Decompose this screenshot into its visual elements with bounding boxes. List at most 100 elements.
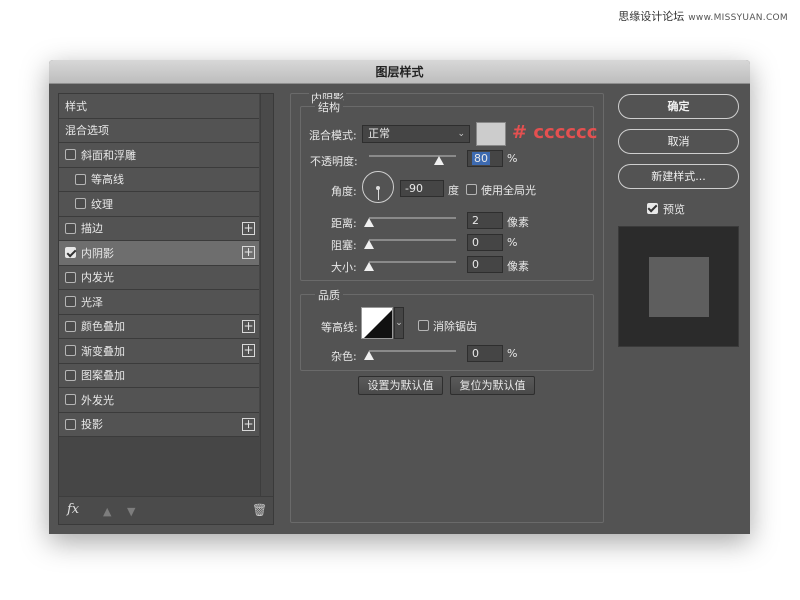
style-item[interactable]: 等高线: [59, 167, 259, 192]
noise-percent: %: [507, 347, 518, 360]
style-item[interactable]: 渐变叠加 +: [59, 339, 259, 364]
preview-label: 预览: [663, 203, 685, 216]
distance-unit: 像素: [507, 216, 529, 229]
style-item-label: 颜色叠加: [81, 320, 125, 334]
style-item-checkbox[interactable]: [65, 247, 76, 259]
styles-list: 样式混合选项斜面和浮雕等高线纹理描边 + 内阴影 + 内发光光泽颜色叠加 + 渐变叠加 + 图案…: [59, 94, 259, 496]
choke-input[interactable]: 0: [467, 234, 503, 251]
style-item[interactable]: 描边 +: [59, 216, 259, 241]
add-icon[interactable]: +: [242, 246, 255, 259]
style-item-checkbox[interactable]: [65, 369, 76, 381]
fx-button[interactable]: fx: [67, 502, 79, 517]
style-item[interactable]: 样式: [59, 94, 259, 119]
style-item-checkbox[interactable]: [65, 296, 76, 308]
preview-checkbox[interactable]: [647, 203, 658, 214]
style-item-label: 渐变叠加: [81, 344, 125, 358]
style-item-checkbox[interactable]: [75, 198, 86, 210]
shadow-color-swatch[interactable]: [476, 122, 506, 146]
watermark-text: 思缘设计论坛: [618, 10, 685, 23]
angle-dial[interactable]: [362, 171, 394, 203]
anti-alias-checkbox[interactable]: [418, 320, 429, 331]
choke-percent: %: [507, 236, 518, 249]
watermark-site: www.MISSYUAN.COM: [688, 13, 788, 23]
style-item-label: 等高线: [91, 173, 124, 187]
opacity-slider-thumb[interactable]: [433, 156, 444, 165]
contour-graph: [362, 308, 392, 338]
style-item[interactable]: 图案叠加: [59, 363, 259, 388]
style-item-label: 投影: [81, 418, 103, 432]
arrow-up-icon[interactable]: ▲: [103, 505, 111, 518]
style-item-label: 斜面和浮雕: [81, 148, 136, 162]
new-style-button[interactable]: 新建样式...: [618, 164, 739, 189]
angle-dot: [376, 186, 380, 190]
opacity-input[interactable]: 80: [467, 150, 503, 167]
style-item-checkbox[interactable]: [65, 394, 76, 406]
style-item-label: 内发光: [81, 271, 114, 285]
style-item[interactable]: 颜色叠加 +: [59, 314, 259, 339]
preview-swatch: [649, 257, 709, 317]
size-slider-thumb[interactable]: [364, 262, 374, 271]
watermark: 思缘设计论坛 www.MISSYUAN.COM: [618, 8, 788, 24]
add-icon[interactable]: +: [242, 344, 255, 357]
style-item-checkbox[interactable]: [65, 222, 76, 234]
style-item-label: 光泽: [81, 295, 103, 309]
reset-default-button[interactable]: 复位为默认值: [450, 376, 535, 395]
choke-slider-thumb[interactable]: [364, 240, 374, 249]
distance-slider-thumb[interactable]: [364, 218, 374, 227]
style-preview: [618, 226, 739, 347]
size-slider[interactable]: [369, 261, 456, 263]
noise-slider[interactable]: [369, 350, 456, 352]
size-input[interactable]: 0: [467, 256, 503, 273]
set-default-button[interactable]: 设置为默认值: [358, 376, 443, 395]
distance-slider[interactable]: [369, 217, 456, 219]
style-item[interactable]: 内阴影 +: [59, 241, 259, 266]
styles-panel: 样式混合选项斜面和浮雕等高线纹理描边 + 内阴影 + 内发光光泽颜色叠加 + 渐变叠加 + 图案…: [58, 93, 274, 525]
add-icon[interactable]: +: [242, 417, 255, 431]
style-item-checkbox[interactable]: [65, 271, 76, 283]
cancel-button[interactable]: 取消: [618, 129, 739, 154]
style-item[interactable]: 投影 +: [59, 412, 259, 437]
style-item-label: 描边: [81, 222, 103, 236]
distance-input[interactable]: 2: [467, 212, 503, 229]
inner-shadow-panel: 内阴影 结构 混合模式: 正常 ⌄ # cccccc 不透明度: 80 % 角度…: [290, 90, 604, 523]
style-item-checkbox[interactable]: [65, 149, 76, 161]
distance-label: 距离:: [331, 217, 357, 230]
style-item[interactable]: 斜面和浮雕: [59, 143, 259, 168]
arrow-down-icon[interactable]: ▼: [127, 505, 135, 518]
style-item[interactable]: 内发光: [59, 265, 259, 290]
style-item[interactable]: 外发光: [59, 388, 259, 413]
size-unit: 像素: [507, 260, 529, 273]
structure-title: 结构: [315, 99, 343, 115]
trash-icon[interactable]: 🗑: [252, 503, 267, 517]
style-item[interactable]: 光泽: [59, 290, 259, 315]
add-icon[interactable]: +: [242, 319, 255, 333]
noise-input[interactable]: 0: [467, 345, 503, 362]
choke-slider[interactable]: [369, 239, 456, 241]
noise-slider-thumb[interactable]: [364, 351, 374, 360]
blend-mode-select[interactable]: 正常 ⌄: [362, 125, 470, 143]
style-item-checkbox[interactable]: [65, 418, 76, 430]
style-item-checkbox[interactable]: [65, 320, 76, 332]
layer-style-dialog: 图层样式 样式 混合选项 斜面和浮雕 等高线 纹理 描边 + 内阴影 + 内发光 光泽 颜色叠加 + 渐变…: [49, 60, 750, 534]
add-icon[interactable]: +: [242, 221, 255, 235]
angle-label: 角度:: [331, 185, 357, 198]
contour-label: 等高线:: [321, 321, 358, 334]
angle-input[interactable]: -90: [400, 180, 444, 197]
global-light-checkbox[interactable]: [466, 184, 477, 195]
style-item-label: 图案叠加: [81, 369, 125, 383]
blend-mode-label: 混合模式:: [309, 129, 357, 142]
choke-label: 阻塞:: [331, 239, 357, 252]
style-item-checkbox[interactable]: [75, 173, 86, 185]
chevron-down-icon[interactable]: ⌄: [394, 307, 404, 339]
blend-mode-value: 正常: [368, 127, 390, 140]
style-item[interactable]: 纹理: [59, 192, 259, 217]
style-item[interactable]: 混合选项: [59, 118, 259, 143]
anti-alias-label: 消除锯齿: [433, 320, 477, 333]
style-item-checkbox[interactable]: [65, 345, 76, 357]
contour-picker[interactable]: [361, 307, 393, 339]
style-item-label: 混合选项: [65, 124, 109, 138]
style-item-label: 内阴影: [81, 246, 114, 260]
global-light-label: 使用全局光: [481, 184, 536, 197]
ok-button[interactable]: 确定: [618, 94, 739, 119]
styles-scrollbar[interactable]: [260, 94, 273, 496]
